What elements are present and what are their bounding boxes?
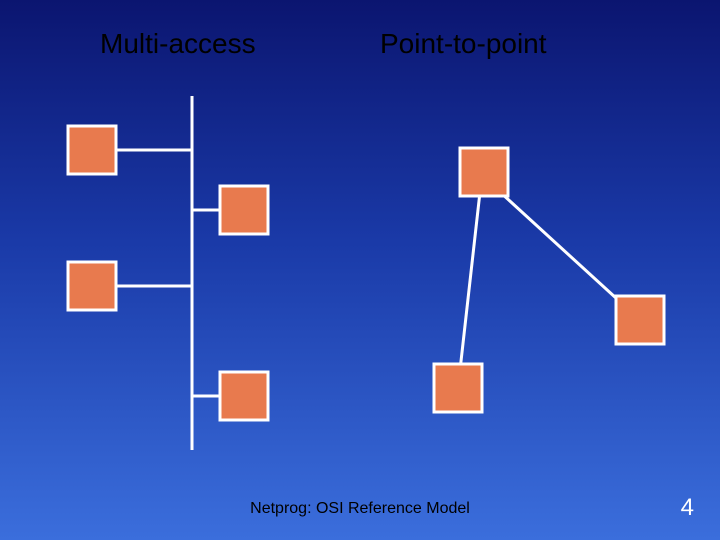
slide: Multi-access Point-to-point Netprog: OSI… xyxy=(0,0,720,540)
page-number: 4 xyxy=(681,494,694,522)
ptp-node-1 xyxy=(434,364,482,412)
multiaccess-node-3 xyxy=(220,372,268,420)
ptp-node-0 xyxy=(460,148,508,196)
multiaccess-node-2 xyxy=(68,262,116,310)
multiaccess-node-0 xyxy=(68,126,116,174)
topology-diagram xyxy=(0,0,720,540)
ptp-link-0 xyxy=(458,192,480,388)
ptp-node-2 xyxy=(616,296,664,344)
multiaccess-node-1 xyxy=(220,186,268,234)
footer-text: Netprog: OSI Reference Model xyxy=(0,500,720,518)
